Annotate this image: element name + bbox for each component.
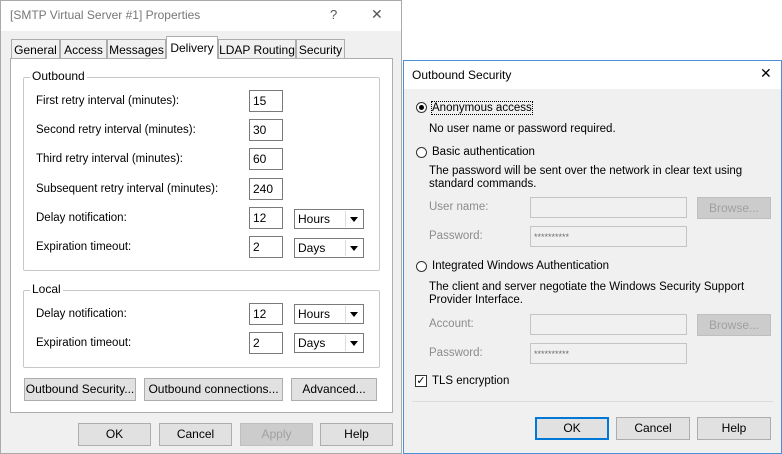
integrated-windows-auth-label[interactable]: Integrated Windows Authentication [432, 260, 609, 272]
local-group [23, 290, 380, 368]
account-input[interactable] [530, 314, 687, 335]
integrated-windows-auth-radio[interactable] [416, 261, 427, 272]
chevron-down-icon [345, 240, 362, 256]
button-label: OK [563, 421, 581, 435]
subsequent-retry-input[interactable]: 240 [249, 178, 283, 200]
outbound-delay-label: Delay notification: [36, 212, 127, 224]
button-label: OK [105, 427, 124, 441]
tab-security[interactable]: Security [296, 39, 345, 59]
outbound-security-button[interactable]: Outbound Security... [24, 378, 136, 401]
second-retry-input[interactable]: 30 [249, 119, 283, 141]
basic-authentication-desc: The password will be sent over the netwo… [429, 165, 743, 190]
basic-password-input[interactable]: ********** [530, 226, 687, 247]
ok-button[interactable]: OK [78, 423, 151, 446]
outbound-delay-input[interactable]: 12 [249, 207, 283, 229]
tab-delivery[interactable]: Delivery [166, 36, 218, 59]
properties-dialog: [SMTP Virtual Server #1] Properties ? ✕ … [0, 0, 402, 454]
apply-button[interactable]: Apply [240, 423, 313, 446]
local-group-label: Local [30, 282, 63, 296]
button-label: Outbound connections... [148, 382, 279, 396]
integrated-windows-auth-desc: The client and server negotiate the Wind… [429, 281, 745, 306]
first-retry-input[interactable]: 15 [249, 90, 283, 112]
local-expiration-input[interactable]: 2 [249, 332, 283, 354]
button-label: Help [344, 427, 369, 441]
tab-label: Access [64, 43, 103, 57]
tab-messages[interactable]: Messages [107, 39, 166, 59]
dialog-title: [SMTP Virtual Server #1] Properties [10, 8, 201, 22]
second-retry-label: Second retry interval (minutes): [36, 124, 196, 136]
local-expiration-label: Expiration timeout: [36, 337, 132, 349]
basic-authentication-label[interactable]: Basic authentication [432, 146, 535, 158]
tab-access[interactable]: Access [60, 39, 107, 59]
tab-label: Security [298, 43, 343, 57]
integrated-password-label: Password: [429, 347, 483, 359]
outbound-expiration-label: Expiration timeout: [36, 241, 132, 253]
cancel-button[interactable]: Cancel [159, 423, 232, 446]
security-ok-button[interactable]: OK [535, 417, 609, 440]
button-label: Cancel [634, 421, 672, 435]
security-cancel-button[interactable]: Cancel [616, 417, 690, 440]
dialog-title: Outbound Security [412, 68, 512, 82]
basic-browse-button[interactable]: Browse... [697, 197, 771, 219]
outbound-expiration-input[interactable]: 2 [249, 236, 283, 258]
tab-ldap-routing[interactable]: LDAP Routing [218, 39, 296, 59]
tab-label: Delivery [170, 41, 214, 55]
integrated-browse-button[interactable]: Browse... [697, 314, 771, 336]
button-label: Browse... [708, 201, 759, 215]
button-label: Apply [261, 427, 292, 441]
advanced-button[interactable]: Advanced... [291, 378, 377, 401]
basic-password-label: Password: [429, 230, 483, 242]
help-button[interactable]: Help [320, 423, 393, 446]
outbound-group-label: Outbound [30, 69, 87, 83]
title-bar: Outbound Security ✕ [404, 61, 781, 89]
outbound-connections-button[interactable]: Outbound connections... [144, 378, 283, 401]
button-separator [412, 401, 773, 402]
button-label: Help [721, 421, 747, 435]
tab-label: LDAP Routing [219, 43, 295, 57]
button-label: Browse... [708, 318, 759, 332]
third-retry-input[interactable]: 60 [249, 148, 283, 170]
title-bar: [SMTP Virtual Server #1] Properties ? ✕ [1, 1, 401, 31]
close-icon[interactable]: ✕ [371, 6, 383, 23]
select-value: Hours [298, 307, 331, 321]
chevron-down-icon [345, 335, 362, 351]
close-icon[interactable]: ✕ [760, 65, 772, 82]
security-help-button[interactable]: Help [697, 417, 771, 440]
third-retry-label: Third retry interval (minutes): [36, 153, 183, 165]
anonymous-access-desc: No user name or password required. [429, 123, 616, 135]
help-icon[interactable]: ? [330, 7, 337, 22]
basic-authentication-radio[interactable] [416, 147, 427, 158]
button-label: Outbound Security... [25, 382, 135, 396]
integrated-password-input[interactable]: ********** [530, 343, 687, 364]
select-value: Days [298, 241, 326, 255]
tls-encryption-checkbox[interactable]: ✓ [415, 375, 427, 387]
tab-general[interactable]: General [11, 39, 60, 59]
anonymous-access-radio[interactable] [416, 102, 427, 113]
select-value: Hours [298, 212, 331, 226]
chevron-down-icon [345, 211, 362, 227]
first-retry-label: First retry interval (minutes): [36, 95, 180, 107]
account-label: Account: [429, 318, 474, 330]
outbound-security-dialog: Outbound Security ✕ Anonymous access No … [403, 60, 782, 454]
outbound-expiration-unit-select[interactable]: Days [294, 238, 364, 258]
anonymous-access-label[interactable]: Anonymous access [431, 101, 533, 115]
subsequent-retry-label: Subsequent retry interval (minutes): [36, 183, 219, 195]
chevron-down-icon [345, 306, 362, 322]
button-label: Advanced... [302, 382, 366, 396]
local-delay-input[interactable]: 12 [249, 303, 283, 325]
tab-label: Messages [109, 43, 164, 57]
local-delay-label: Delay notification: [36, 308, 127, 320]
select-value: Days [298, 336, 326, 350]
local-expiration-unit-select[interactable]: Days [294, 333, 364, 353]
outbound-delay-unit-select[interactable]: Hours [294, 209, 364, 229]
local-delay-unit-select[interactable]: Hours [294, 304, 364, 324]
tab-label: General [14, 43, 57, 57]
button-label: Cancel [176, 427, 215, 441]
username-label: User name: [429, 201, 489, 213]
username-input[interactable] [530, 197, 687, 218]
tls-encryption-label[interactable]: TLS encryption [432, 375, 509, 387]
